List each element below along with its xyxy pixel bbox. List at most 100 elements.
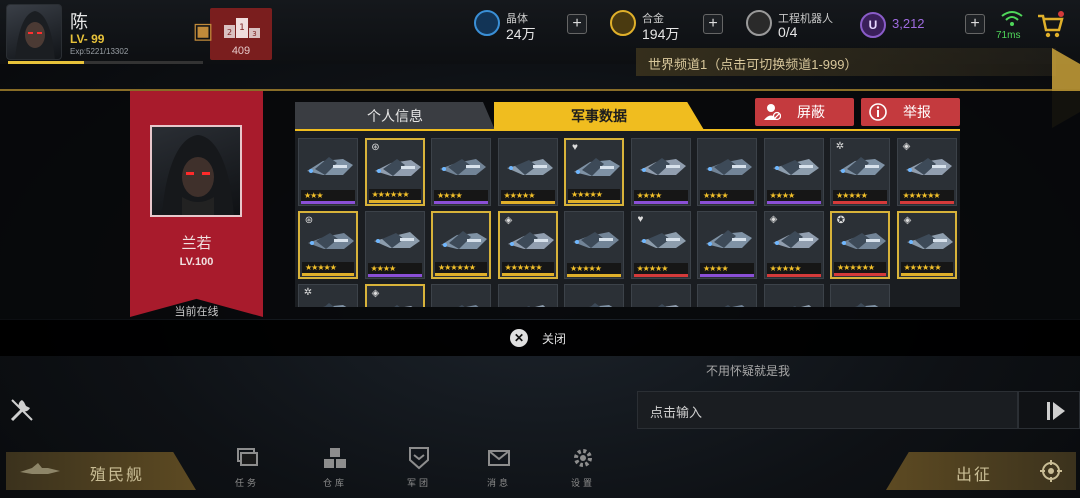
ship-image <box>307 157 353 175</box>
ship-heart-badge-icon: ♥ <box>572 142 578 153</box>
ship-image <box>506 159 553 175</box>
ship-image <box>589 303 613 307</box>
info-icon <box>869 103 887 121</box>
nav-label: 军团 <box>406 478 431 488</box>
ship-card[interactable]: ★★★★ <box>630 138 691 206</box>
ship-rarity-bar <box>700 201 754 204</box>
svg-text:2: 2 <box>227 28 232 37</box>
nav-label: 设置 <box>570 478 595 488</box>
ship-card[interactable] <box>763 284 824 307</box>
ship-card[interactable]: ✪ ★★★★★★ <box>830 211 890 279</box>
ship-image <box>373 232 420 248</box>
podium-icon: 2 1 3 <box>224 18 260 38</box>
ship-card[interactable]: ★★★★ <box>697 138 757 206</box>
ship-star-rating: ★★★★★ <box>833 190 887 201</box>
ship-card[interactable]: ★★★★ <box>364 211 425 279</box>
ship-image <box>573 232 619 248</box>
ship-card[interactable]: ◈ ★★★★★★ <box>896 211 957 279</box>
task-icon <box>237 448 258 466</box>
send-button[interactable] <box>1018 391 1080 429</box>
nav-label: 任务 <box>234 478 259 488</box>
ship-rarity-bar <box>568 200 620 203</box>
ship-rarity-bar <box>633 201 688 204</box>
colony-ship-button[interactable]: 殖民舰 <box>6 452 196 490</box>
ship-star-rating: ★★★★★ <box>633 263 688 274</box>
game-screen: 陈 LV- 99 Exp:5221/13302 2 1 3 409 ▣ 晶体 2… <box>0 0 1080 498</box>
ship-card[interactable]: ◈ ★★★★★ <box>763 211 824 279</box>
ship-star-rating: ★★★★★★ <box>899 190 954 201</box>
block-button[interactable]: 屏蔽 <box>755 98 854 126</box>
ship-card[interactable]: ★★★★★★ <box>431 211 491 279</box>
ship-card[interactable]: ✲ ★★★★★ <box>830 138 890 206</box>
report-button[interactable]: 举报 <box>861 98 960 126</box>
ship-card[interactable]: ✲ <box>298 284 358 307</box>
add-alloy-button[interactable]: + <box>703 14 723 34</box>
chat-input[interactable]: 点击输入 <box>637 391 1018 429</box>
ship-image <box>458 305 479 307</box>
deploy-button[interactable]: 出征 <box>886 452 1076 490</box>
legion-icon <box>409 447 429 470</box>
wrench-icon[interactable] <box>8 396 38 422</box>
ship-card[interactable]: ♥ ★★★★★ <box>630 211 691 279</box>
ranking-button[interactable]: 2 1 3 409 <box>210 8 272 60</box>
premium-currency-icon: U <box>860 12 886 38</box>
target-icon <box>1040 460 1062 482</box>
ship-card[interactable] <box>564 284 624 307</box>
ship-image <box>440 159 486 175</box>
ship-card[interactable] <box>830 284 890 307</box>
ship-card[interactable] <box>697 284 757 307</box>
crate-icon[interactable]: ▣ <box>190 18 216 44</box>
ship-card[interactable] <box>431 284 491 307</box>
ship-card[interactable]: ★★★★★ <box>564 211 624 279</box>
ship-star-rating: ★★★★★ <box>567 263 621 274</box>
ship-star-rating: ★★★★★★ <box>501 262 554 273</box>
ship-card[interactable]: ★★★ <box>298 138 358 206</box>
ship-swirl-badge-icon: ⊛ <box>371 142 380 153</box>
nav-warehouse[interactable]: 仓库 <box>310 444 360 492</box>
add-premium-button[interactable]: + <box>965 14 985 34</box>
ship-card[interactable]: ★★★★ <box>763 138 824 206</box>
ship-card[interactable] <box>630 284 691 307</box>
ship-card[interactable]: ★★★★★ <box>497 138 558 206</box>
ship-rarity-bar <box>501 273 554 276</box>
add-crystal-button[interactable]: + <box>567 14 587 34</box>
tab-personal-info[interactable]: 个人信息 <box>295 102 495 130</box>
ship-card[interactable]: ★★★★ <box>697 211 757 279</box>
ship-card[interactable]: ⊛ ★★★★★★ <box>364 138 425 206</box>
ship-image <box>526 305 545 307</box>
nav-legion[interactable]: 军团 <box>394 444 444 492</box>
ship-star-rating: ★★★★ <box>766 190 821 201</box>
ship-card[interactable]: ♥ ★★★★★ <box>564 138 624 206</box>
ship-rarity-bar <box>302 273 354 276</box>
ship-star-rating: ★★★★ <box>367 263 422 274</box>
ship-drone-badge-icon: ◈ <box>903 215 912 226</box>
chat-input-placeholder: 点击输入 <box>650 405 703 420</box>
ship-rarity-bar <box>434 201 488 204</box>
shop-cart-icon[interactable] <box>1035 10 1065 40</box>
colony-ship-icon <box>20 463 60 474</box>
player-avatar[interactable] <box>6 4 62 60</box>
ship-card[interactable] <box>497 284 558 307</box>
close-button[interactable]: ✕ 关闭 <box>510 328 580 348</box>
ship-star-rating: ★★★★ <box>700 190 754 201</box>
ship-card[interactable]: ★★★★ <box>431 138 491 206</box>
world-channel-button[interactable]: 世界频道1（点击可切换频道1-999） <box>636 48 1056 76</box>
ship-card[interactable]: ◈ ★★★★★★ <box>497 211 558 279</box>
resource-robot: 工程机器人 0/4 <box>746 8 856 48</box>
ship-image <box>706 230 752 248</box>
ship-card[interactable]: ⊛ ★★★★★ <box>298 211 358 279</box>
ping-value: 71ms <box>996 30 1021 41</box>
warehouse-icon <box>324 448 346 468</box>
nav-message[interactable]: 消息 <box>474 444 524 492</box>
svg-text:1: 1 <box>239 23 245 33</box>
nav-settings[interactable]: 设置 <box>558 444 608 492</box>
ship-rarity-bar <box>367 274 422 277</box>
ship-rarity-bar <box>500 201 555 204</box>
ship-rarity-bar <box>899 201 954 204</box>
ship-card[interactable]: ◈ <box>364 284 425 307</box>
ship-rarity-bar <box>700 274 754 277</box>
nav-task[interactable]: 任务 <box>222 444 272 492</box>
tab-military-data[interactable]: 军事数据 <box>494 102 704 130</box>
gear-icon <box>574 449 592 467</box>
ship-card[interactable]: ◈ ★★★★★★ <box>896 138 957 206</box>
